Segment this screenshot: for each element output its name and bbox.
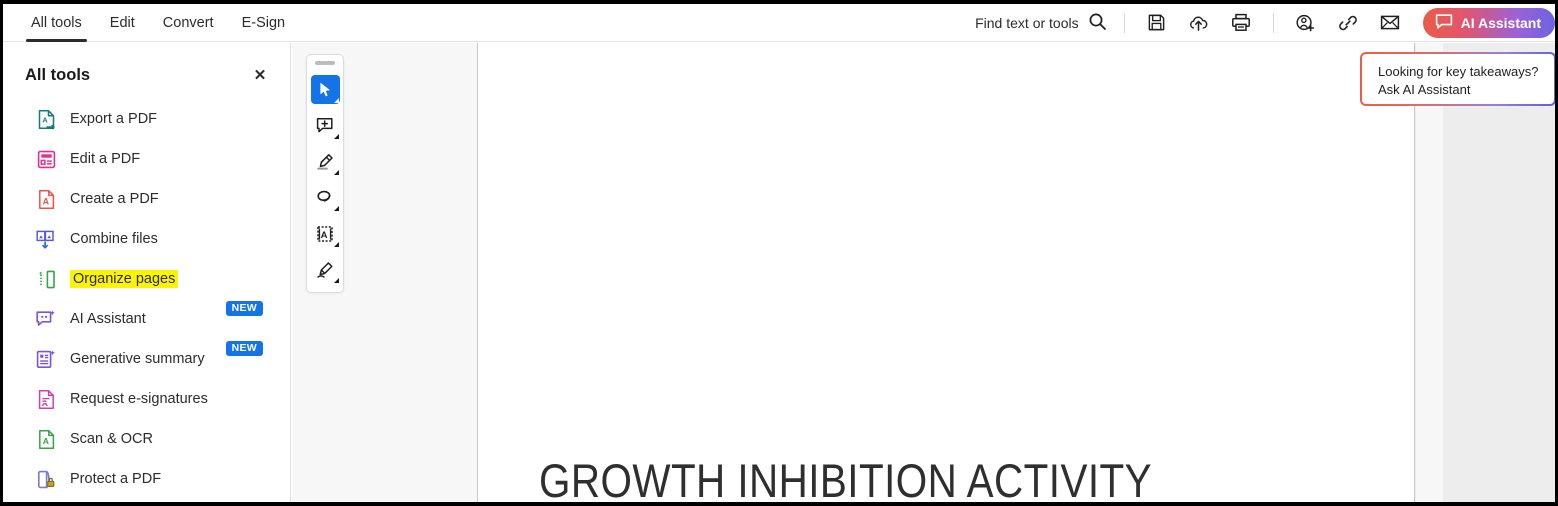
- drag-handle[interactable]: [315, 61, 335, 65]
- toolbar-divider: [1123, 12, 1125, 33]
- print-icon[interactable]: [1225, 7, 1257, 39]
- sidebar-item-protect-a-pdf[interactable]: Protect a PDF: [3, 459, 290, 499]
- sidebar-item-request-e-signatures[interactable]: Request e-signatures: [3, 379, 290, 419]
- ai-assistant-icon: [35, 308, 57, 330]
- link-icon[interactable]: [1332, 7, 1364, 39]
- protect-pdf-icon: [35, 468, 57, 490]
- svg-text:A: A: [321, 230, 328, 241]
- svg-text:A: A: [42, 436, 48, 446]
- document-viewer[interactable]: GROWTH INHIBITION ACTIVITY: [479, 43, 1555, 506]
- add-comment-tool[interactable]: [311, 111, 340, 140]
- toolbar-actions: Find text or tools AI Assistant: [975, 4, 1555, 42]
- sidebar-item-generative-summary[interactable]: Generative summary NEW: [3, 339, 290, 379]
- tool-rail-area: A: [292, 43, 478, 502]
- sidebar-item-label: Organize pages: [70, 270, 179, 288]
- sidebar-item-create-a-pdf[interactable]: A Create a PDF: [3, 179, 290, 219]
- select-text-tool[interactable]: A: [311, 219, 340, 248]
- chevron-down-icon: [333, 98, 339, 103]
- tab-esign[interactable]: E-Sign: [228, 4, 300, 42]
- acrobat-window: All tools Edit Convert E-Sign Find text …: [0, 0, 1558, 506]
- sidebar-item-label: Request e-signatures: [70, 391, 208, 407]
- request-esign-icon: [35, 388, 57, 410]
- tab-label: Edit: [109, 14, 135, 31]
- callout-line-2: Ask AI Assistant: [1378, 82, 1471, 97]
- sidebar-item-scan-and-ocr[interactable]: A Scan & OCR: [3, 419, 290, 459]
- panel-header: All tools ✕: [3, 43, 290, 89]
- search-icon: [1088, 12, 1107, 34]
- svg-text:A: A: [42, 196, 49, 206]
- sidebar-item-label: AI Assistant: [70, 311, 146, 327]
- chevron-down-icon: [333, 242, 339, 247]
- edit-pdf-icon: [35, 148, 57, 170]
- combine-files-icon: [35, 228, 57, 250]
- chevron-down-icon: [333, 206, 339, 211]
- scan-ocr-icon: A: [35, 428, 57, 450]
- sidebar-item-label: Generative summary: [70, 351, 205, 367]
- page-title: GROWTH INHIBITION ACTIVITY: [539, 454, 1153, 506]
- close-icon[interactable]: ✕: [248, 63, 272, 87]
- generative-summary-icon: [35, 348, 57, 370]
- email-icon[interactable]: [1374, 7, 1406, 39]
- find-text-or-tools[interactable]: Find text or tools: [975, 12, 1113, 34]
- ai-assistant-button[interactable]: AI Assistant: [1422, 7, 1555, 38]
- cloud-upload-icon[interactable]: [1183, 7, 1215, 39]
- select-tool[interactable]: [310, 75, 340, 104]
- chat-bubble-icon: [1435, 13, 1453, 33]
- sidebar-item-label: Scan & OCR: [70, 431, 153, 447]
- svg-text:A: A: [42, 115, 48, 124]
- tab-label: All tools: [31, 14, 82, 31]
- draw-lasso-tool[interactable]: [311, 183, 340, 212]
- status-badge: NEW: [225, 301, 263, 316]
- top-toolbar: All tools Edit Convert E-Sign Find text …: [3, 4, 1555, 42]
- export-pdf-icon: A: [35, 108, 57, 130]
- save-icon[interactable]: [1141, 7, 1173, 39]
- tab-label: E-Sign: [241, 14, 286, 31]
- sidebar-item-label: Export a PDF: [70, 111, 158, 127]
- chevron-down-icon: [333, 278, 339, 283]
- status-badge: NEW: [225, 341, 263, 356]
- sidebar-item-combine-files[interactable]: Combine files: [3, 219, 290, 259]
- toolbar-divider: [1272, 12, 1274, 33]
- add-person-icon[interactable]: [1290, 7, 1322, 39]
- sidebar-item-ai-assistant[interactable]: AI Assistant NEW: [3, 299, 290, 339]
- pdf-page: GROWTH INHIBITION ACTIVITY: [479, 43, 1415, 506]
- tab-edit[interactable]: Edit: [96, 4, 149, 42]
- sidebar-item-export-a-pdf[interactable]: A Export a PDF: [3, 99, 290, 139]
- sidebar-item-edit-a-pdf[interactable]: Edit a PDF: [3, 139, 290, 179]
- all-tools-panel: All tools ✕ A Export a PDF Edit a PDF A …: [3, 43, 291, 502]
- tab-label: Convert: [162, 14, 214, 31]
- ai-assistant-callout[interactable]: Looking for key takeaways? Ask AI Assist…: [1360, 52, 1555, 106]
- highlight-tool[interactable]: [311, 147, 340, 176]
- organize-pages-icon: [35, 268, 57, 290]
- sidebar-item-label: Edit a PDF: [70, 151, 141, 167]
- find-label: Find text or tools: [975, 14, 1079, 31]
- sidebar-item-organize-pages[interactable]: Organize pages: [3, 259, 290, 299]
- callout-body: Looking for key takeaways? Ask AI Assist…: [1362, 54, 1554, 104]
- tools-list: A Export a PDF Edit a PDF A Create a PDF…: [3, 89, 290, 499]
- callout-line-1: Looking for key takeaways?: [1378, 64, 1539, 79]
- page-margin-strip: [1416, 43, 1443, 502]
- fill-and-sign-tool[interactable]: [311, 255, 340, 284]
- annotation-tool-rail: A: [306, 54, 344, 293]
- tab-bar: All tools Edit Convert E-Sign: [3, 4, 299, 42]
- tab-convert[interactable]: Convert: [149, 4, 228, 42]
- panel-title: All tools: [25, 65, 91, 84]
- chevron-down-icon: [333, 134, 339, 139]
- sidebar-item-label: Create a PDF: [70, 191, 159, 207]
- sidebar-item-label: Protect a PDF: [70, 471, 162, 487]
- create-pdf-icon: A: [35, 188, 57, 210]
- ai-assistant-label: AI Assistant: [1460, 14, 1541, 31]
- chevron-down-icon: [333, 170, 339, 175]
- tab-all-tools[interactable]: All tools: [17, 4, 96, 42]
- sidebar-item-label: Combine files: [70, 231, 158, 247]
